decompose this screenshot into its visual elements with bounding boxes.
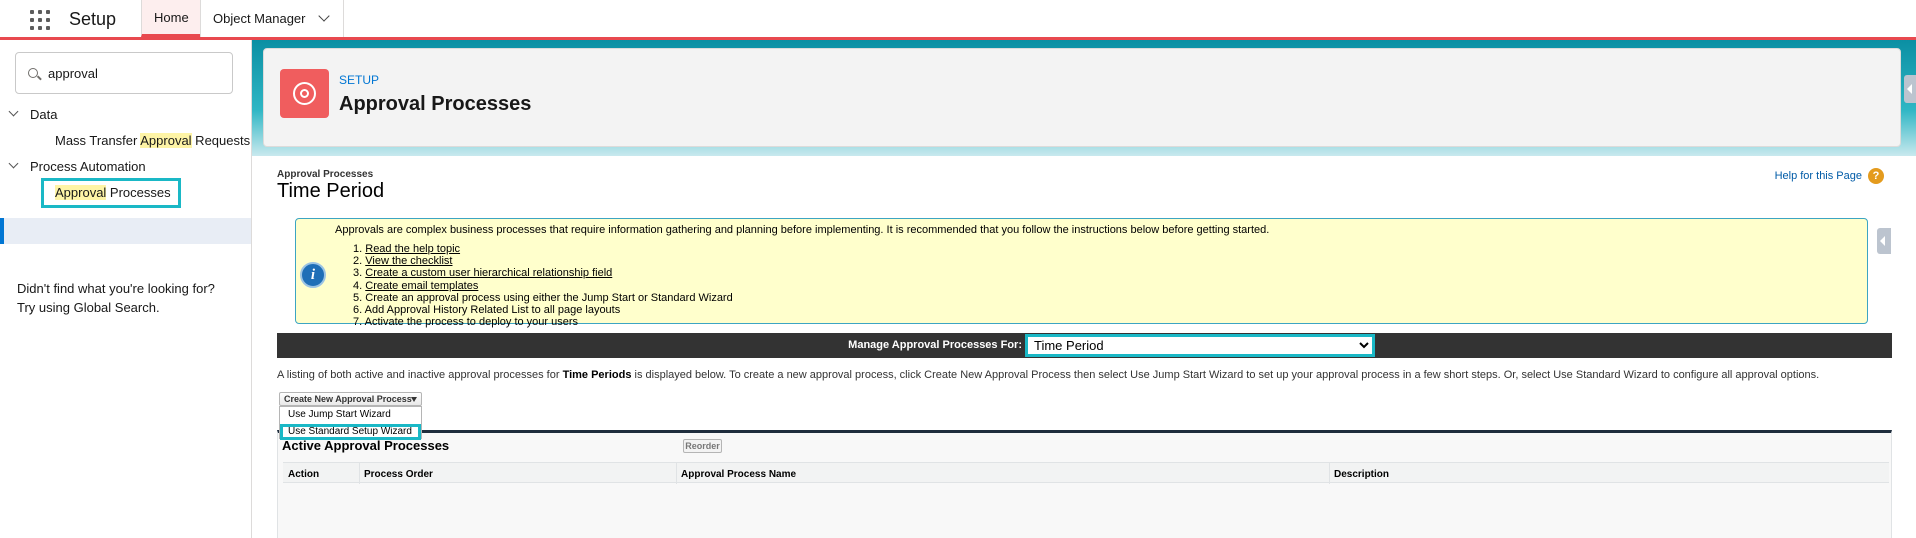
step-number: 5.	[353, 291, 363, 304]
create-dropdown-menu: Use Jump Start Wizard Use Standard Setup…	[279, 406, 422, 440]
gear-shape	[293, 82, 316, 105]
active-processes-section: Active Approval Processes Reorder Action…	[277, 430, 1892, 538]
setup-sidebar: Data Mass Transfer Approval Requests Pro…	[0, 40, 252, 538]
section-title: Active Approval Processes	[282, 438, 450, 453]
info-steps: 1. Read the help topic 2. View the check…	[353, 243, 733, 328]
quick-find-box[interactable]	[15, 52, 233, 94]
quick-find-input[interactable]	[48, 63, 224, 83]
chevron-down-icon[interactable]	[317, 10, 330, 22]
gear-icon	[280, 69, 329, 118]
manage-label: Manage Approval Processes For:	[848, 339, 1022, 351]
info-icon: i	[300, 262, 326, 288]
object-title: Time Period	[277, 180, 385, 202]
column-divider	[676, 463, 677, 484]
tree-node-process-automation[interactable]: Process Automation	[30, 159, 146, 174]
step-number: 2.	[353, 255, 363, 268]
menu-item-jump-start-wizard[interactable]: Use Jump Start Wizard	[288, 409, 391, 420]
column-header-process-name[interactable]: Approval Process Name	[681, 469, 796, 480]
listing-description: A listing of both active and inactive ap…	[277, 369, 1819, 381]
info-intro: Approvals are complex business processes…	[335, 224, 1270, 236]
sidebar-item-text: Requests	[191, 133, 251, 148]
header-eyebrow: SETUP	[339, 73, 380, 87]
step-number: 7.	[353, 316, 363, 329]
main-content: SETUP Approval Processes Approval Proces…	[252, 40, 1916, 538]
column-header-description[interactable]: Description	[1334, 469, 1389, 480]
create-email-templates-link[interactable]: Create email templates	[365, 280, 478, 292]
collapse-handle-icon[interactable]	[1904, 75, 1916, 103]
app-launcher-icon[interactable]	[30, 10, 52, 30]
hint-line-1: Didn't find what you're looking for?	[17, 281, 215, 296]
info-panel: i Approvals are complex business process…	[295, 218, 1868, 328]
list-item: 7. Activate the process to deploy to you…	[353, 316, 733, 328]
hint-line-2: Try using Global Search.	[17, 300, 160, 315]
column-divider	[359, 463, 360, 484]
column-divider	[1329, 463, 1330, 484]
step-text: Add Approval History Related List to all…	[364, 304, 621, 317]
column-header-process-order[interactable]: Process Order	[364, 469, 433, 480]
global-search-hint: Didn't find what you're looking for? Try…	[17, 279, 215, 317]
help-link-label: Help for this Page	[1774, 170, 1862, 182]
listing-suffix: is displayed below. To create a new appr…	[631, 369, 1820, 381]
sidebar-item-mass-transfer-approval-requests[interactable]: Mass Transfer Approval Requests	[55, 133, 250, 148]
step-number: 3.	[353, 267, 363, 280]
search-icon	[28, 68, 38, 78]
highlight-outline	[41, 178, 181, 208]
reorder-button[interactable]: Reorder	[683, 439, 722, 453]
manage-approval-bar: Manage Approval Processes For: Time Peri…	[277, 333, 1892, 358]
app-name: Setup	[69, 9, 117, 29]
list-item: 5. Create an approval process using eith…	[353, 292, 733, 304]
tab-object-manager-label: Object Manager	[213, 11, 306, 26]
create-new-approval-process-button[interactable]: Create New Approval Process	[279, 392, 422, 406]
list-item: 4. Create email templates	[353, 280, 733, 292]
page-header: SETUP Approval Processes	[263, 48, 1901, 147]
breadcrumb: Approval Processes	[277, 169, 374, 180]
manage-select-focus: Time Period	[1025, 334, 1375, 357]
list-item: 1. Read the help topic	[353, 243, 733, 255]
help-icon: ?	[1868, 168, 1884, 184]
step-text: Create an approval process using either …	[365, 291, 733, 304]
highlight-outline	[280, 424, 421, 440]
step-number: 1.	[353, 243, 363, 255]
tab-home[interactable]: Home	[141, 0, 200, 37]
create-hierarchy-field-link[interactable]: Create a custom user hierarchical relati…	[365, 267, 612, 279]
global-header: Setup Home Object Manager	[0, 0, 1916, 40]
search-highlight: Approval	[140, 133, 192, 148]
read-help-topic-link[interactable]: Read the help topic	[365, 243, 460, 255]
step-number: 4.	[353, 279, 363, 292]
listing-object: Time Periods	[562, 369, 632, 381]
tree-node-data[interactable]: Data	[30, 107, 57, 122]
caret-down-icon	[411, 397, 417, 402]
chevron-down-icon[interactable]	[8, 106, 19, 117]
sidebar-item-text: Mass Transfer	[55, 133, 141, 148]
tab-object-manager[interactable]: Object Manager	[200, 0, 344, 37]
selected-row-indicator	[0, 218, 251, 244]
list-item: 6. Add Approval History Related List to …	[353, 304, 733, 316]
listing-prefix: A listing of both active and inactive ap…	[277, 369, 563, 381]
chevron-down-icon[interactable]	[8, 158, 19, 169]
list-item: 2. View the checklist	[353, 255, 733, 267]
help-for-page-link[interactable]: Help for this Page ?	[1775, 168, 1884, 184]
step-number: 6.	[353, 304, 363, 317]
table-header: Action Process Order Approval Process Na…	[283, 462, 1889, 484]
create-button-label: Create New Approval Process	[284, 394, 412, 404]
side-panel-handle-icon[interactable]	[1877, 228, 1891, 254]
step-text: Activate the process to deploy to your u…	[364, 316, 579, 329]
column-header-action[interactable]: Action	[288, 469, 319, 480]
list-item: 3. Create a custom user hierarchical rel…	[353, 267, 733, 279]
page-title: Approval Processes	[339, 93, 532, 115]
tab-home-label: Home	[154, 9, 189, 25]
view-checklist-link[interactable]: View the checklist	[365, 255, 452, 267]
object-select[interactable]: Time Period	[1028, 337, 1372, 354]
